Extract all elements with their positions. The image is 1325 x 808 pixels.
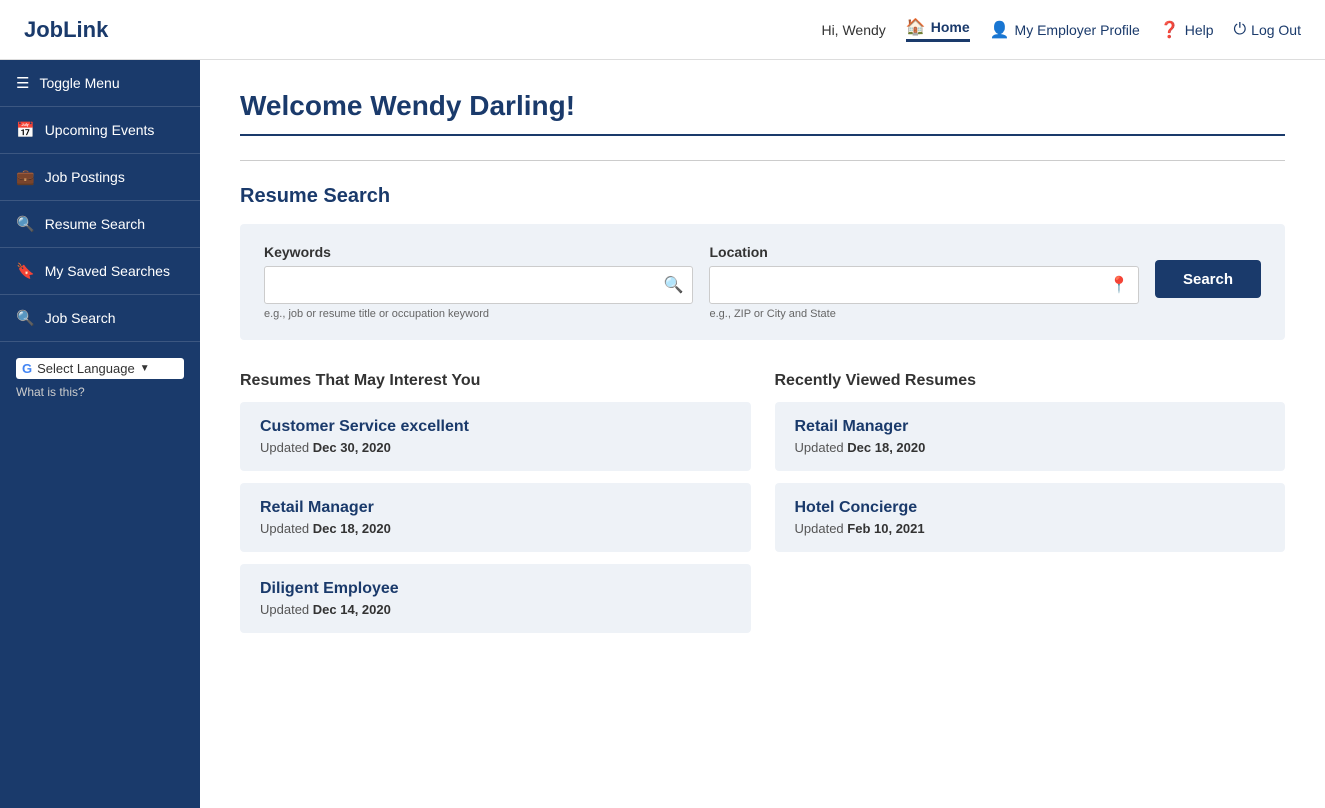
keywords-input-wrapper: 🔍 [264, 266, 693, 304]
location-input[interactable] [709, 266, 1138, 304]
sidebar-job-postings[interactable]: 💼 Job Postings [0, 154, 200, 201]
logout-label: Log Out [1251, 22, 1301, 38]
what-is-this-link[interactable]: What is this? [16, 385, 184, 399]
resume-search-box: Keywords 🔍 e.g., job or resume title or … [240, 224, 1285, 340]
chevron-down-icon: ▼ [140, 363, 150, 374]
resume-card-recent-title-0: Retail Manager [795, 418, 1266, 436]
job-search-label: Job Search [45, 310, 116, 326]
header-greeting: Hi, Wendy [821, 22, 885, 38]
resume-card-updated-2: Updated Dec 14, 2020 [260, 602, 731, 617]
search-button[interactable]: Search [1155, 260, 1261, 298]
home-link[interactable]: 🏠 Home [906, 17, 970, 42]
updated-date-2: Dec 14, 2020 [313, 602, 391, 617]
help-icon: ❓ [1160, 20, 1180, 40]
page-title: Welcome Wendy Darling! [240, 90, 1285, 136]
home-icon: 🏠 [906, 17, 926, 37]
location-hint: e.g., ZIP or City and State [709, 308, 1138, 320]
logout-link[interactable]: ⏻ Log Out [1234, 21, 1301, 39]
resume-card-recent-title-1: Hotel Concierge [795, 499, 1266, 517]
sidebar-resume-search[interactable]: 🔍 Resume Search [0, 201, 200, 248]
language-selector[interactable]: G Select Language ▼ [16, 358, 184, 379]
resume-card-interest-2[interactable]: Diligent Employee Updated Dec 14, 2020 [240, 564, 751, 633]
job-postings-label: Job Postings [45, 169, 125, 185]
updated-label-1: Updated [260, 521, 309, 536]
location-input-wrapper: 📍 [709, 266, 1138, 304]
sidebar-my-saved-searches[interactable]: 🔖 My Saved Searches [0, 248, 200, 295]
keywords-label: Keywords [264, 244, 693, 260]
help-link[interactable]: ❓ Help [1160, 20, 1214, 40]
resume-card-updated-0: Updated Dec 30, 2020 [260, 440, 731, 455]
resume-search-section-title: Resume Search [240, 185, 1285, 208]
job-postings-icon: 💼 [16, 168, 35, 186]
sidebar: ☰ Toggle Menu 📅 Upcoming Events 💼 Job Po… [0, 60, 200, 808]
location-label: Location [709, 244, 1138, 260]
keywords-search-icon: 🔍 [664, 275, 684, 295]
cards-row: Resumes That May Interest You Customer S… [240, 372, 1285, 645]
header: JobLink Hi, Wendy 🏠 Home 👤 My Employer P… [0, 0, 1325, 60]
toggle-menu-icon: ☰ [16, 74, 29, 92]
logo: JobLink [24, 17, 108, 43]
title-divider [240, 160, 1285, 161]
main-content: Welcome Wendy Darling! Resume Search Key… [200, 60, 1325, 808]
saved-searches-icon: 🔖 [16, 262, 35, 280]
location-field: Location 📍 e.g., ZIP or City and State [709, 244, 1138, 320]
upcoming-events-icon: 📅 [16, 121, 35, 139]
job-search-icon: 🔍 [16, 309, 35, 327]
saved-searches-label: My Saved Searches [45, 263, 170, 279]
upcoming-events-label: Upcoming Events [45, 122, 155, 138]
resume-card-recent-updated-0: Updated Dec 18, 2020 [795, 440, 1266, 455]
updated-label-2: Updated [260, 602, 309, 617]
home-label: Home [931, 19, 970, 35]
employer-profile-label: My Employer Profile [1015, 22, 1140, 38]
resume-card-recent-0[interactable]: Retail Manager Updated Dec 18, 2020 [775, 402, 1286, 471]
resume-card-title-2: Diligent Employee [260, 580, 731, 598]
sidebar-upcoming-events[interactable]: 📅 Upcoming Events [0, 107, 200, 154]
resume-search-nav-icon: 🔍 [16, 215, 35, 233]
resume-card-title-1: Retail Manager [260, 499, 731, 517]
updated-date-0: Dec 30, 2020 [313, 440, 391, 455]
sidebar-toggle-menu[interactable]: ☰ Toggle Menu [0, 60, 200, 107]
resume-card-recent-1[interactable]: Hotel Concierge Updated Feb 10, 2021 [775, 483, 1286, 552]
layout: ☰ Toggle Menu 📅 Upcoming Events 💼 Job Po… [0, 60, 1325, 808]
resume-card-interest-0[interactable]: Customer Service excellent Updated Dec 3… [240, 402, 751, 471]
language-selector-wrapper: G Select Language ▼ What is this? [0, 342, 200, 415]
employer-profile-link[interactable]: 👤 My Employer Profile [990, 20, 1140, 40]
resume-card-recent-updated-1: Updated Feb 10, 2021 [795, 521, 1266, 536]
recent-updated-date-1: Feb 10, 2021 [847, 521, 924, 536]
toggle-menu-label: Toggle Menu [39, 75, 119, 91]
recently-viewed-title: Recently Viewed Resumes [775, 372, 1286, 390]
resume-card-updated-1: Updated Dec 18, 2020 [260, 521, 731, 536]
keywords-input[interactable] [264, 266, 693, 304]
recent-updated-label-1: Updated [795, 521, 844, 536]
logout-icon: ⏻ [1234, 21, 1247, 39]
google-g-icon: G [22, 361, 32, 376]
header-nav: Hi, Wendy 🏠 Home 👤 My Employer Profile ❓… [821, 17, 1301, 42]
resume-card-interest-1[interactable]: Retail Manager Updated Dec 18, 2020 [240, 483, 751, 552]
resume-card-title-0: Customer Service excellent [260, 418, 731, 436]
sidebar-job-search[interactable]: 🔍 Job Search [0, 295, 200, 342]
language-label: Select Language [37, 361, 135, 376]
employer-profile-icon: 👤 [990, 20, 1010, 40]
updated-label-0: Updated [260, 440, 309, 455]
keywords-hint: e.g., job or resume title or occupation … [264, 308, 693, 320]
keywords-field: Keywords 🔍 e.g., job or resume title or … [264, 244, 693, 320]
updated-date-1: Dec 18, 2020 [313, 521, 391, 536]
resume-search-nav-label: Resume Search [45, 216, 145, 232]
help-label: Help [1185, 22, 1214, 38]
resumes-interest-col: Resumes That May Interest You Customer S… [240, 372, 751, 645]
recent-updated-label-0: Updated [795, 440, 844, 455]
recent-updated-date-0: Dec 18, 2020 [847, 440, 925, 455]
resumes-interest-title: Resumes That May Interest You [240, 372, 751, 390]
location-pin-icon: 📍 [1109, 275, 1129, 295]
recently-viewed-col: Recently Viewed Resumes Retail Manager U… [775, 372, 1286, 645]
